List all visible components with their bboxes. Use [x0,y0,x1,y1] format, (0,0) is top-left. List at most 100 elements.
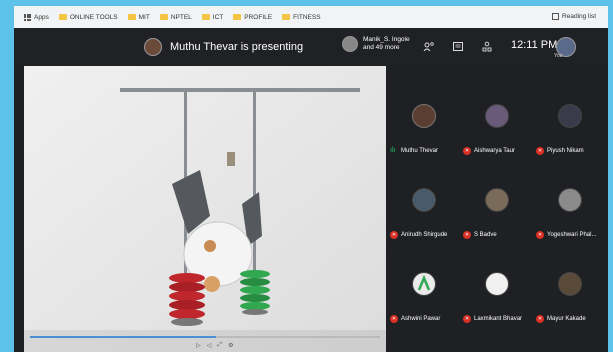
volume-icon[interactable]: ◁ [207,342,212,349]
bookmark-online-tools[interactable]: ONLINE TOOLS [58,13,118,21]
adjuster-bolt [227,152,235,166]
bookmark-mit[interactable]: MIT [127,13,150,21]
participant-avatar [485,272,509,296]
participant-name-row: ✕ Ashwini Pawar [390,315,440,323]
participant-name: Ashwini Pawar [401,316,441,322]
participant-name-row: ✕ Mayur Kakade [536,315,586,323]
self-label: You [554,53,563,59]
mic-off-icon: ✕ [536,315,544,323]
bookmark-label: NPTEL [170,13,192,21]
participant-name-row: ✕ S Badve [463,231,497,239]
browser-window: Apps ONLINE TOOLS MIT NPTEL ICT PROFILE … [14,6,608,352]
participant-avatar [412,188,436,212]
video-progress-bar[interactable] [30,336,380,338]
bookmark-nptel[interactable]: NPTEL [159,13,192,21]
participant-name-row: ✕ Anirudh Shirgude [390,231,447,239]
people-icon[interactable] [423,41,435,53]
participant-name-row: ✕ Aishwarya Taur [463,147,515,155]
participant-tile[interactable]: ✕ Mayur Kakade [534,262,604,332]
presenter-indicator: Muthu Thevar is presenting [144,38,303,56]
meeting-clock: 12:11 PM [511,39,558,51]
others-count: and 49 more [363,44,400,51]
participant-avatar [412,104,436,128]
video-progress-fill [30,336,216,338]
mic-off-icon: ✕ [390,231,398,239]
folder-icon [159,14,168,20]
meeting-top-bar: Muthu Thevar is presenting Manik_S. Ingo… [14,28,608,66]
frame-top-bar [120,88,360,92]
participant-tile[interactable]: ✕ Ashwini Pawar [388,262,458,332]
participant-tile[interactable]: ✕ Aishwarya Taur [461,94,531,164]
bookmarks-bar: Apps ONLINE TOOLS MIT NPTEL ICT PROFILE … [14,6,608,28]
shared-screen-scene [24,66,386,352]
mic-off-icon: ✕ [463,231,471,239]
apps-grid-icon [24,13,31,21]
video-controls: ▷ ◁ ⤢ ⚙ [24,330,386,352]
participant-tile[interactable]: ✕ S Badve [461,178,531,248]
bookmark-label: ICT [212,13,224,21]
participant-name: Yogeshwari Phal... [547,232,597,238]
playback-buttons: ▷ ◁ ⤢ ⚙ [196,342,233,349]
participant-tile[interactable]: ✕ Yogeshwari Phal... [534,178,604,248]
participant-name-row: ✕ Yogeshwari Phal... [536,231,596,239]
fullscreen-icon[interactable]: ⤢ [217,342,222,349]
participant-name-row: ✕ Piyush Nikam [536,147,584,155]
bookmark-label: MIT [138,13,150,21]
orange-joint [204,240,216,252]
bookmark-label: ONLINE TOOLS [69,13,118,21]
bookmark-ict[interactable]: ICT [201,13,224,21]
folder-icon [282,14,291,20]
presenting-label: Muthu Thevar is presenting [170,41,304,53]
presenter-avatar [144,38,162,56]
folder-icon [127,14,136,20]
bookmark-fitness[interactable]: FITNESS [282,13,321,21]
participant-avatar [558,104,582,128]
participant-tile[interactable]: ✕ Piyush Nikam [534,94,604,164]
participant-name: Aishwarya Taur [474,148,515,154]
participant-name: Laxmikant Bhavar [474,316,523,322]
activities-icon[interactable] [481,41,493,53]
play-icon[interactable]: ▷ [196,342,201,349]
mic-off-icon: ✕ [536,231,544,239]
participant-avatar [485,188,509,212]
mic-off-icon: ✕ [390,315,398,323]
green-spring [240,270,270,315]
mic-off-icon: ✕ [536,147,544,155]
lower-joint [204,276,220,292]
participant-tile[interactable]: ılı Muthu Thevar [388,94,458,164]
participant-avatar [485,104,509,128]
participant-avatar [342,36,358,52]
participant-name: Piyush Nikam [547,148,584,154]
participant-avatar [412,272,436,296]
others-name: Manik_S. Ingole [363,36,410,43]
mic-off-icon: ✕ [463,315,471,323]
folder-icon [233,14,242,20]
participant-name: S Badve [474,232,497,238]
participant-avatar [558,272,582,296]
participant-name-row: ✕ Laxmikant Bhavar [463,315,522,323]
folder-icon [58,14,67,20]
bookmark-label: Apps [34,13,49,21]
reading-list-label: Reading list [562,13,596,20]
bookmark-label: PROFILE [244,13,273,21]
other-participants-indicator[interactable]: Manik_S. Ingole and 49 more [342,36,410,52]
chat-icon[interactable] [452,41,464,53]
presentation-stage[interactable]: ▷ ◁ ⤢ ⚙ [24,66,386,352]
bookmark-apps[interactable]: Apps [24,13,49,21]
participant-tile[interactable]: ✕ Laxmikant Bhavar [461,262,531,332]
reading-list-icon [552,13,560,20]
participant-avatar [558,188,582,212]
settings-icon[interactable]: ⚙ [228,342,233,349]
folder-icon [201,14,210,20]
bookmark-label: FITNESS [293,13,321,21]
participant-tile[interactable]: ✕ Anirudh Shirgude [388,178,458,248]
participant-name: Anirudh Shirgude [401,232,448,238]
participant-name: Mayur Kakade [547,316,586,322]
mic-off-icon: ✕ [463,147,471,155]
reading-list-button[interactable]: Reading list [552,13,596,20]
bookmark-profile[interactable]: PROFILE [233,14,272,21]
participant-name-row: ılı Muthu Thevar [390,147,438,155]
participant-name: Muthu Thevar [401,148,438,154]
logo-a-icon [417,274,431,291]
speaking-icon: ılı [390,147,396,154]
